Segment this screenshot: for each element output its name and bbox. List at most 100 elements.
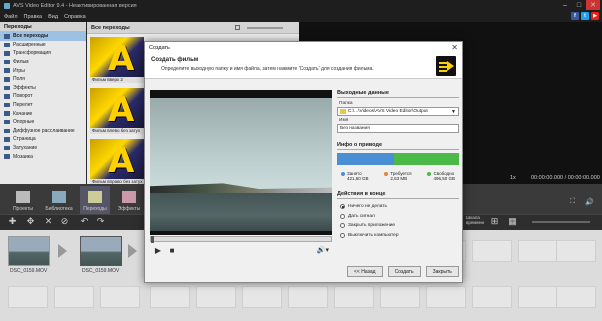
transitions-tool[interactable]: Переходы <box>80 186 110 214</box>
after-section-title: Действия в конце <box>337 191 459 199</box>
projects-tool[interactable]: Проекты <box>8 186 38 214</box>
category-item[interactable]: Игры <box>0 66 86 75</box>
timeline-slot[interactable] <box>518 286 558 308</box>
timeline-slot[interactable] <box>334 286 374 308</box>
add-icon[interactable]: ✚ <box>8 217 17 226</box>
timeline-slot[interactable] <box>8 286 48 308</box>
after-option[interactable]: Выключить компьютер <box>340 231 459 241</box>
effects-tool[interactable]: Эффекты <box>114 186 144 214</box>
film-icon <box>16 191 30 203</box>
close-button[interactable]: Закрыть <box>425 266 459 277</box>
category-label: Все переходы <box>13 33 49 40</box>
transition-thumb[interactable]: A Фильм вверх 2 <box>90 37 144 83</box>
transition-thumb[interactable]: A Фильм вправо без затух <box>90 139 144 185</box>
folder-select[interactable]: C:\...\Videos\AVS Video Editor\Output ▼ <box>337 107 459 116</box>
after-option-label: Закрыть приложение <box>348 223 396 229</box>
radio-button[interactable] <box>340 213 345 219</box>
fullscreen-icon[interactable]: ⛶ <box>570 198 575 206</box>
close-window-button[interactable]: ✕ <box>586 0 600 10</box>
zoom-slider[interactable] <box>532 221 590 223</box>
radio-button[interactable] <box>340 204 345 210</box>
playback-speed[interactable]: 1x <box>510 175 516 181</box>
category-item[interactable]: Поля <box>0 75 86 84</box>
timeline-slot[interactable] <box>426 286 466 308</box>
library-tool[interactable]: Библиотека <box>44 186 74 214</box>
timeline-slot[interactable] <box>556 286 596 308</box>
twitter-icon[interactable]: t <box>581 12 589 20</box>
category-item[interactable]: Опорные <box>0 118 86 127</box>
category-item[interactable]: Качание <box>0 109 86 118</box>
timeline-slot[interactable] <box>556 240 596 262</box>
stop-icon[interactable]: ■ <box>167 246 177 256</box>
move-icon[interactable]: ✥ <box>26 217 35 226</box>
chevron-down-icon[interactable]: ▼ <box>451 109 456 115</box>
category-item[interactable]: Расширенные <box>0 41 86 50</box>
category-item[interactable]: Трансформация <box>0 49 86 58</box>
minimize-button[interactable]: – <box>558 0 572 10</box>
time-display: 00:00:00.000 / 00:00:00.000 <box>531 175 600 181</box>
dialog-close-button[interactable]: ✕ <box>451 43 458 52</box>
clip-label: DSC_0159.MOV <box>10 268 48 274</box>
zoom-fit-icon[interactable]: ⊞ <box>490 217 499 226</box>
timeline-slot[interactable] <box>472 286 512 308</box>
category-item[interactable]: Страница <box>0 135 86 144</box>
seek-knob[interactable] <box>151 236 154 243</box>
stop-icon[interactable]: ⊘ <box>60 217 69 226</box>
timeline-slot[interactable] <box>150 286 190 308</box>
timeline-slot[interactable] <box>380 286 420 308</box>
category-label: Диффузное расслаивание <box>13 127 75 134</box>
timeline-slot[interactable] <box>100 286 140 308</box>
transition-arrow-icon[interactable] <box>58 244 67 258</box>
category-item[interactable]: Затухание <box>0 144 86 153</box>
back-button[interactable]: << Назад <box>347 266 383 277</box>
maximize-button[interactable]: □ <box>572 0 586 10</box>
timeline-slot[interactable] <box>196 286 236 308</box>
timeline-slot[interactable] <box>242 286 282 308</box>
video-clip[interactable] <box>80 236 122 266</box>
volume-icon[interactable]: 🔊▾ <box>317 246 329 254</box>
menu-help[interactable]: Справка <box>64 14 86 20</box>
youtube-icon[interactable]: ▶ <box>591 12 599 20</box>
after-option[interactable]: Ничего не делать <box>340 202 459 212</box>
after-option[interactable]: Дать сигнал <box>340 212 459 222</box>
create-button[interactable]: Создать <box>387 266 421 277</box>
redo-icon[interactable]: ↷ <box>96 217 105 226</box>
menu-view[interactable]: Вид <box>48 14 58 20</box>
facebook-icon[interactable]: f <box>571 12 579 20</box>
required-dot-icon <box>384 172 389 176</box>
grid-view-icon[interactable] <box>235 25 240 30</box>
transition-arrow-icon[interactable] <box>128 244 137 258</box>
after-option[interactable]: Закрыть приложение <box>340 221 459 231</box>
transition-preview-image: A <box>90 37 144 77</box>
category-item[interactable]: Эффекты <box>0 84 86 93</box>
delete-icon[interactable]: ✕ <box>44 217 53 226</box>
category-item[interactable]: Перелет <box>0 101 86 110</box>
category-item[interactable]: Все переходы <box>0 32 86 41</box>
seek-bar[interactable] <box>150 236 332 243</box>
timeline-slot[interactable] <box>54 286 94 308</box>
folder-icon <box>4 137 10 142</box>
size-slider[interactable] <box>247 27 283 29</box>
category-item[interactable]: Мозаика <box>0 152 86 161</box>
video-clip[interactable] <box>8 236 50 266</box>
timeline-slot[interactable] <box>472 240 512 262</box>
category-item[interactable]: Фильм <box>0 58 86 67</box>
transition-thumb[interactable]: A Фильм влево без затух <box>90 88 144 134</box>
timeline-slot[interactable] <box>288 286 328 308</box>
undo-icon[interactable]: ↶ <box>80 217 89 226</box>
library-icon <box>52 191 66 203</box>
timeline-slot[interactable] <box>518 240 558 262</box>
radio-button[interactable] <box>340 223 345 229</box>
folder-icon <box>4 59 10 65</box>
play-icon[interactable]: ▶ <box>153 246 163 256</box>
folder-icon <box>4 94 10 99</box>
storyboard-icon[interactable]: ▦ <box>508 217 517 226</box>
name-input[interactable]: Без названия <box>337 124 459 133</box>
category-item[interactable]: Диффузное расслаивание <box>0 127 86 136</box>
folder-icon <box>4 77 10 82</box>
menu-edit[interactable]: Правка <box>24 14 43 20</box>
menu-file[interactable]: Файл <box>4 14 18 20</box>
volume-icon[interactable]: 🔊 <box>585 198 594 206</box>
radio-button[interactable] <box>340 232 345 238</box>
category-item[interactable]: Поворот <box>0 92 86 101</box>
